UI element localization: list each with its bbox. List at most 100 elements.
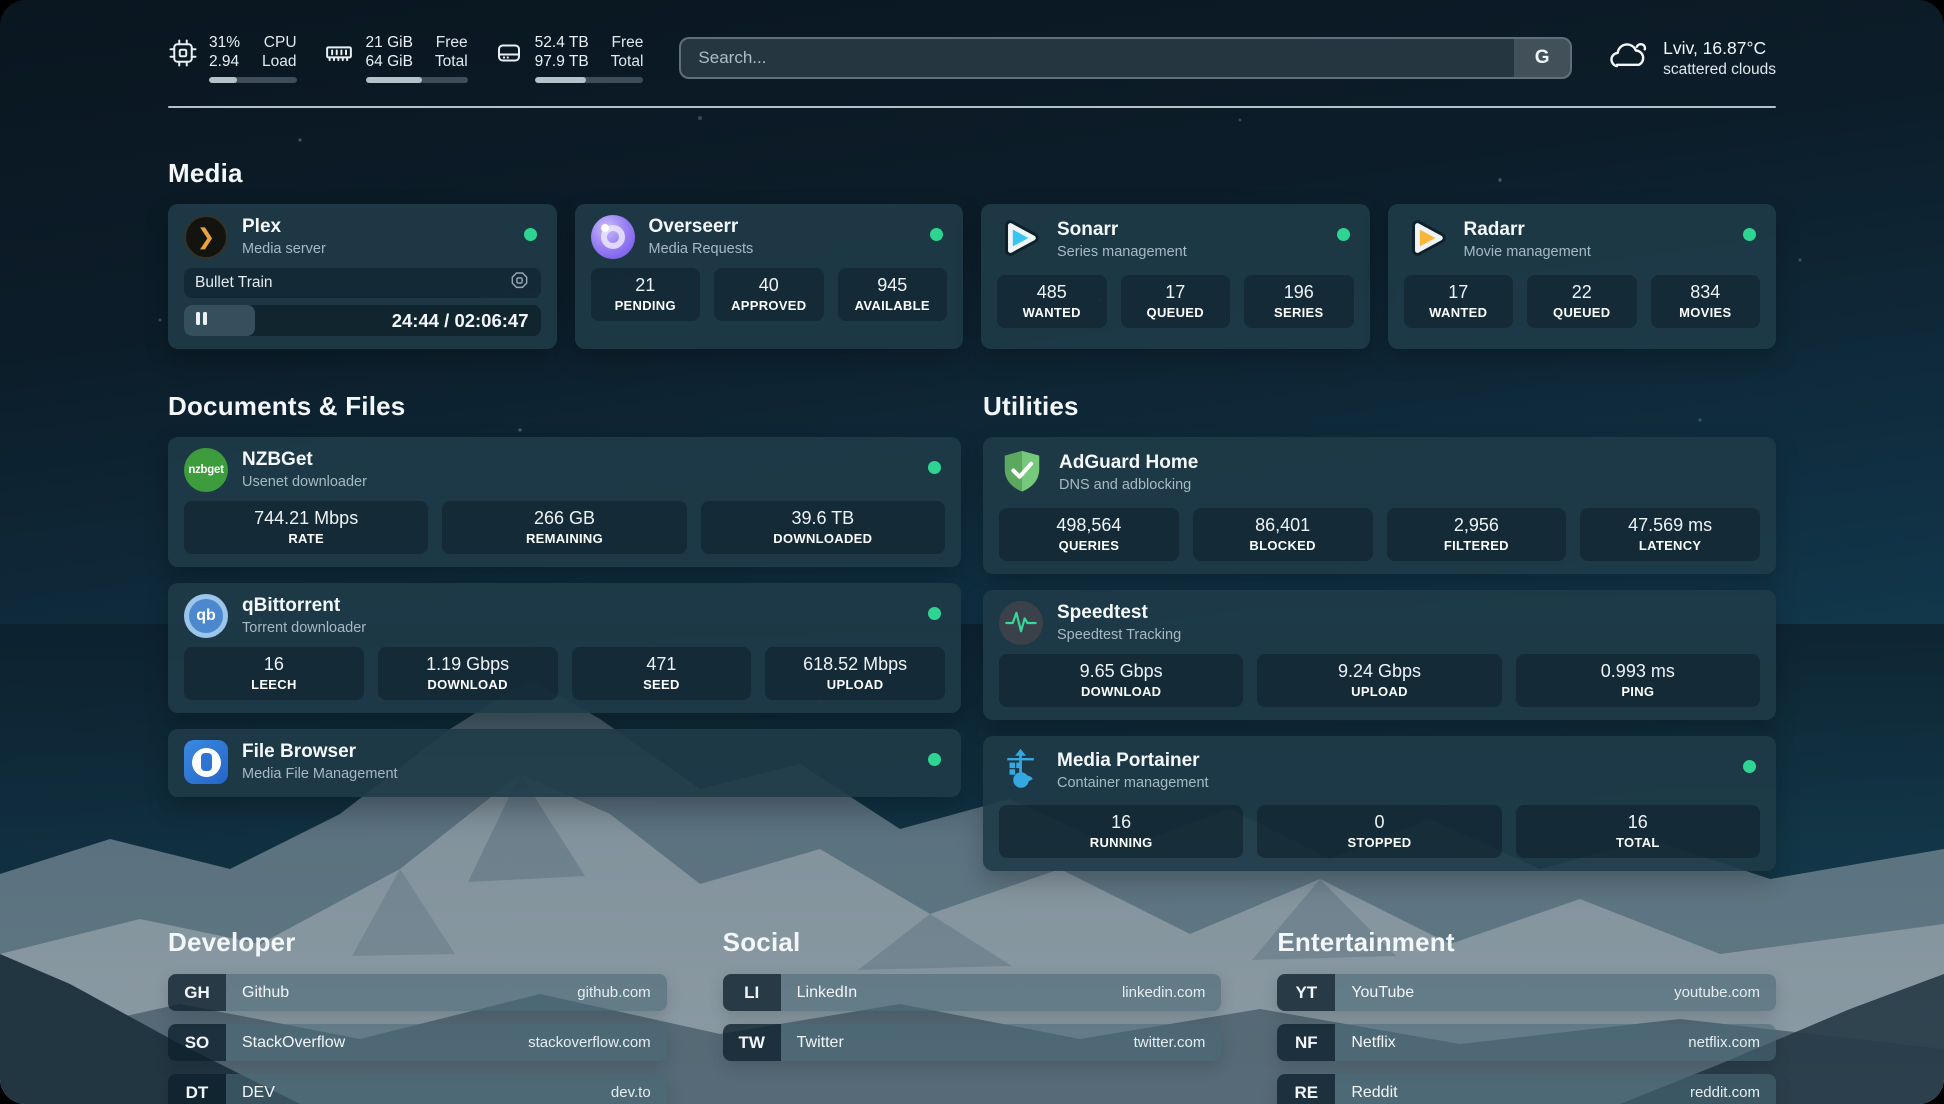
bookmark-name: Reddit — [1351, 1084, 1397, 1102]
bookmark-netflix[interactable]: NF Netflix netflix.com — [1277, 1024, 1776, 1061]
bookmark-abbr: DT — [168, 1074, 226, 1104]
status-indicator — [928, 461, 941, 474]
stat-blocked: 86,401 BLOCKED — [1193, 508, 1373, 561]
now-playing-icon — [509, 270, 530, 296]
memory-icon — [323, 38, 355, 68]
service-card-radarr[interactable]: Radarr Movie management 17 WANTED 22 QUE… — [1388, 204, 1777, 349]
filebrowser-icon — [184, 740, 228, 784]
section-heading-developer: Developer — [168, 927, 667, 958]
stat-queries: 498,564 QUERIES — [999, 508, 1179, 561]
stat-leech: 16 LEECH — [184, 647, 364, 700]
service-name: AdGuard Home — [1059, 452, 1198, 475]
service-subtitle: Speedtest Tracking — [1057, 627, 1181, 644]
status-indicator — [1743, 228, 1756, 241]
bookmark-url: reddit.com — [1690, 1084, 1760, 1101]
bookmark-abbr: TW — [723, 1024, 781, 1061]
disk-free-label: Free — [612, 34, 644, 52]
stat-running: 16 RUNNING — [999, 805, 1243, 858]
qbittorrent-icon: qb — [184, 594, 228, 638]
bookmark-abbr: SO — [168, 1024, 226, 1061]
service-name: Overseerr — [649, 216, 754, 239]
bookmark-name: Netflix — [1351, 1034, 1395, 1052]
search-input[interactable] — [681, 39, 1514, 77]
plex-icon: ❯ — [184, 215, 228, 259]
stat-stopped: 0 STOPPED — [1257, 805, 1501, 858]
bookmark-url: netflix.com — [1688, 1034, 1760, 1051]
disk-icon — [494, 38, 524, 68]
memory-total-value: 64 GiB — [366, 53, 413, 71]
service-card-sonarr[interactable]: Sonarr Series management 485 WANTED 17 Q… — [981, 204, 1370, 349]
status-indicator — [930, 228, 943, 241]
memory-progress-bar — [366, 77, 468, 83]
now-playing-title: Bullet Train — [195, 274, 273, 292]
service-card-adguard[interactable]: AdGuard Home DNS and adblocking 498,564 … — [983, 437, 1776, 574]
status-indicator — [524, 228, 537, 241]
bookmark-abbr: YT — [1277, 974, 1335, 1011]
speedtest-icon — [999, 601, 1043, 645]
bookmark-youtube[interactable]: YT YouTube youtube.com — [1277, 974, 1776, 1011]
memory-widget: 21 GiB Free 64 GiB Total — [323, 34, 468, 83]
disk-total-value: 97.9 TB — [535, 53, 589, 71]
service-card-speedtest[interactable]: Speedtest Speedtest Tracking 9.65 Gbps D… — [983, 590, 1776, 720]
weather-location-temp: Lviv, 16.87°C — [1663, 38, 1776, 59]
cpu-usage-value: 31% — [209, 34, 240, 52]
weather-condition: scattered clouds — [1663, 61, 1776, 79]
stat-wanted: 485 WANTED — [997, 275, 1107, 328]
pause-icon — [194, 312, 208, 330]
dashboard: 31% CPU 2.94 Load — [0, 0, 1944, 1104]
section-heading-documents: Documents & Files — [168, 391, 961, 422]
bookmark-name: DEV — [242, 1084, 275, 1102]
bookmark-abbr: LI — [723, 974, 781, 1011]
bookmark-name: YouTube — [1351, 984, 1414, 1002]
disk-total-label: Total — [611, 53, 644, 71]
cpu-progress-bar — [209, 77, 297, 83]
service-card-nzbget[interactable]: nzbget NZBGet Usenet downloader 744.21 M… — [168, 437, 961, 567]
disk-widget: 52.4 TB Free 97.9 TB Total — [494, 34, 644, 83]
service-card-qbittorrent[interactable]: qb qBittorrent Torrent downloader 16 LEE… — [168, 583, 961, 713]
playback-time: 24:44 / 02:06:47 — [392, 310, 529, 332]
stat-upload: 618.52 Mbps UPLOAD — [765, 647, 945, 700]
stat-downloaded: 39.6 TB DOWNLOADED — [701, 501, 945, 554]
service-name: Radarr — [1464, 219, 1591, 242]
search-provider-button[interactable]: G — [1514, 39, 1570, 77]
bookmark-reddit[interactable]: RE Reddit reddit.com — [1277, 1074, 1776, 1104]
bookmark-url: stackoverflow.com — [528, 1034, 651, 1051]
bookmark-url: dev.to — [611, 1084, 651, 1101]
service-subtitle: Media server — [242, 241, 326, 258]
bookmark-group-developer: Developer GH Github github.com SO StackO… — [168, 927, 667, 1104]
service-card-plex[interactable]: ❯ Plex Media server Bullet Train — [168, 204, 557, 349]
stat-rate: 744.21 Mbps RATE — [184, 501, 428, 554]
service-card-overseerr[interactable]: Overseerr Media Requests 21 PENDING 40 A… — [575, 204, 964, 349]
weather-widget: Lviv, 16.87°C scattered clouds — [1606, 37, 1776, 80]
service-subtitle: Movie management — [1464, 244, 1591, 261]
service-card-filebrowser[interactable]: File Browser Media File Management — [168, 729, 961, 797]
bookmark-linkedin[interactable]: LI LinkedIn linkedin.com — [723, 974, 1222, 1011]
bookmark-dev[interactable]: DT DEV dev.to — [168, 1074, 667, 1104]
cpu-load-label: Load — [262, 53, 296, 71]
status-indicator — [928, 607, 941, 620]
bookmark-url: github.com — [577, 984, 650, 1001]
section-heading-media: Media — [168, 158, 1776, 189]
service-card-portainer[interactable]: Media Portainer Container management 16 … — [983, 736, 1776, 871]
bookmark-name: Twitter — [797, 1034, 844, 1052]
service-name: Sonarr — [1057, 219, 1187, 242]
stat-pending: 21 PENDING — [591, 268, 701, 321]
sonarr-icon — [997, 215, 1043, 266]
stat-wanted: 17 WANTED — [1404, 275, 1514, 328]
stat-latency: 47.569 ms LATENCY — [1580, 508, 1760, 561]
memory-free-label: Free — [436, 34, 468, 52]
bookmark-github[interactable]: GH Github github.com — [168, 974, 667, 1011]
section-heading-entertainment: Entertainment — [1277, 927, 1776, 958]
cpu-load-value: 2.94 — [209, 53, 239, 71]
stat-total: 16 TOTAL — [1516, 805, 1760, 858]
bookmark-stackoverflow[interactable]: SO StackOverflow stackoverflow.com — [168, 1024, 667, 1061]
bookmark-group-entertainment: Entertainment YT YouTube youtube.com NF … — [1277, 927, 1776, 1104]
portainer-icon — [999, 747, 1043, 796]
stat-series: 196 SERIES — [1244, 275, 1354, 328]
bookmark-twitter[interactable]: TW Twitter twitter.com — [723, 1024, 1222, 1061]
status-indicator — [1743, 760, 1756, 773]
adguard-icon — [999, 448, 1045, 499]
service-name: Plex — [242, 216, 326, 239]
cpu-widget: 31% CPU 2.94 Load — [168, 34, 297, 83]
service-subtitle: Series management — [1057, 244, 1187, 261]
